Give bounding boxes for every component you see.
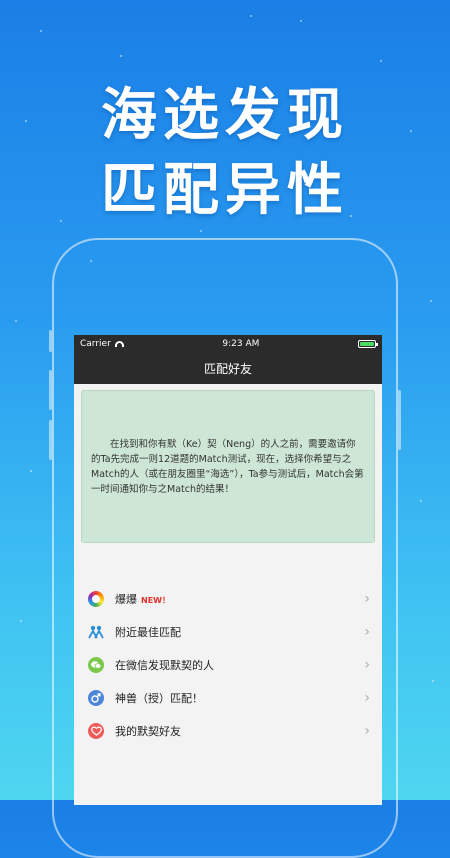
chevron-right-icon: › <box>364 590 370 607</box>
heart-icon <box>88 722 104 739</box>
wechat-icon <box>88 656 104 673</box>
headline-line-1: 海选发现 <box>101 83 349 148</box>
app-screen: Carrier 9:23 AM 匹配好友 在找到和你有默（Ke）契（Neng）的… <box>74 335 382 805</box>
wifi-icon <box>114 340 124 347</box>
nav-title: 匹配好友 <box>203 361 252 376</box>
chevron-right-icon: › <box>364 656 370 673</box>
menu-item-label: 我的默契好友 <box>115 724 181 738</box>
notice-text: 在找到和你有默（Ke）契（Neng）的人之前，需要邀请你的Ta先完成一则12道题… <box>91 438 364 495</box>
phone-side-button <box>49 370 52 410</box>
chevron-right-icon: › <box>364 623 370 640</box>
nav-bar: 匹配好友 <box>74 352 382 384</box>
menu-item-wechat-discover[interactable]: 在微信发现默契的人 › <box>74 648 382 681</box>
menu-item-label: 在微信发现默契的人 <box>115 658 214 672</box>
phone-side-button <box>398 390 401 450</box>
menu-item-my-friends[interactable]: 我的默契好友 › <box>74 714 382 747</box>
menu-item-baobao[interactable]: 爆爆 NEW！ › <box>74 582 382 615</box>
carrier-label: Carrier <box>80 338 111 349</box>
notice-panel: 在找到和你有默（Ke）契（Neng）的人之前，需要邀请你的Ta先完成一则12道题… <box>81 390 375 543</box>
menu-item-label: 爆爆 <box>115 592 137 606</box>
new-badge: NEW！ <box>141 595 170 605</box>
status-time: 9:23 AM <box>222 338 260 349</box>
people-icon <box>88 624 104 640</box>
chevron-right-icon: › <box>364 689 370 706</box>
menu-item-nearby-match[interactable]: 附近最佳匹配 › <box>74 615 382 648</box>
menu-list: 爆爆 NEW！ › 附近最佳匹配 › 在微信发现默契的人 › 神兽（授）匹配！ › <box>74 582 382 747</box>
menu-item-label: 神兽（授）匹配！ <box>115 691 203 705</box>
phone-side-button <box>49 330 52 352</box>
chevron-right-icon: › <box>364 722 370 739</box>
headline-line-2: 匹配异性 <box>101 158 349 223</box>
status-bar: Carrier 9:23 AM <box>74 335 382 352</box>
battery-icon <box>358 339 378 348</box>
color-ring-icon <box>88 590 104 607</box>
phone-side-button <box>49 420 52 460</box>
male-symbol-icon <box>88 689 104 706</box>
menu-item-beast-match[interactable]: 神兽（授）匹配！ › <box>74 681 382 714</box>
menu-item-label: 附近最佳匹配 <box>115 625 181 639</box>
